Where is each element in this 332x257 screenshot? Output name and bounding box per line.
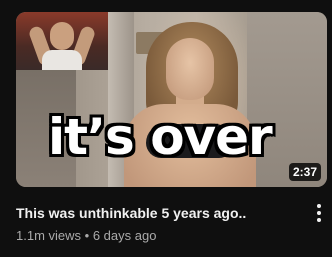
thumbnail-overlay-text: it’s over bbox=[48, 108, 273, 166]
duration-badge: 2:37 bbox=[288, 163, 321, 181]
more-vert-icon bbox=[317, 204, 321, 208]
more-vert-icon-dot bbox=[317, 218, 321, 222]
thumbnail-person-face bbox=[166, 38, 214, 100]
video-details: This was unthinkable 5 years ago.. 1.1m … bbox=[16, 203, 306, 245]
thumbnail-reaction-inset bbox=[16, 12, 108, 70]
video-metadata-line: 1.1m views • 6 days ago bbox=[16, 227, 306, 245]
upload-age: 6 days ago bbox=[92, 228, 157, 243]
more-vert-icon-dot bbox=[317, 211, 321, 215]
video-title[interactable]: This was unthinkable 5 years ago.. bbox=[16, 203, 306, 223]
view-count: 1.1m views bbox=[16, 228, 82, 243]
video-thumbnail[interactable]: it’s over 2:37 bbox=[16, 12, 327, 187]
more-options-button[interactable] bbox=[312, 202, 326, 224]
metadata-separator: • bbox=[84, 228, 90, 243]
reaction-shirt bbox=[42, 50, 82, 70]
video-card[interactable]: it’s over 2:37 This was unthinkable 5 ye… bbox=[0, 0, 332, 257]
reaction-head bbox=[50, 22, 74, 50]
